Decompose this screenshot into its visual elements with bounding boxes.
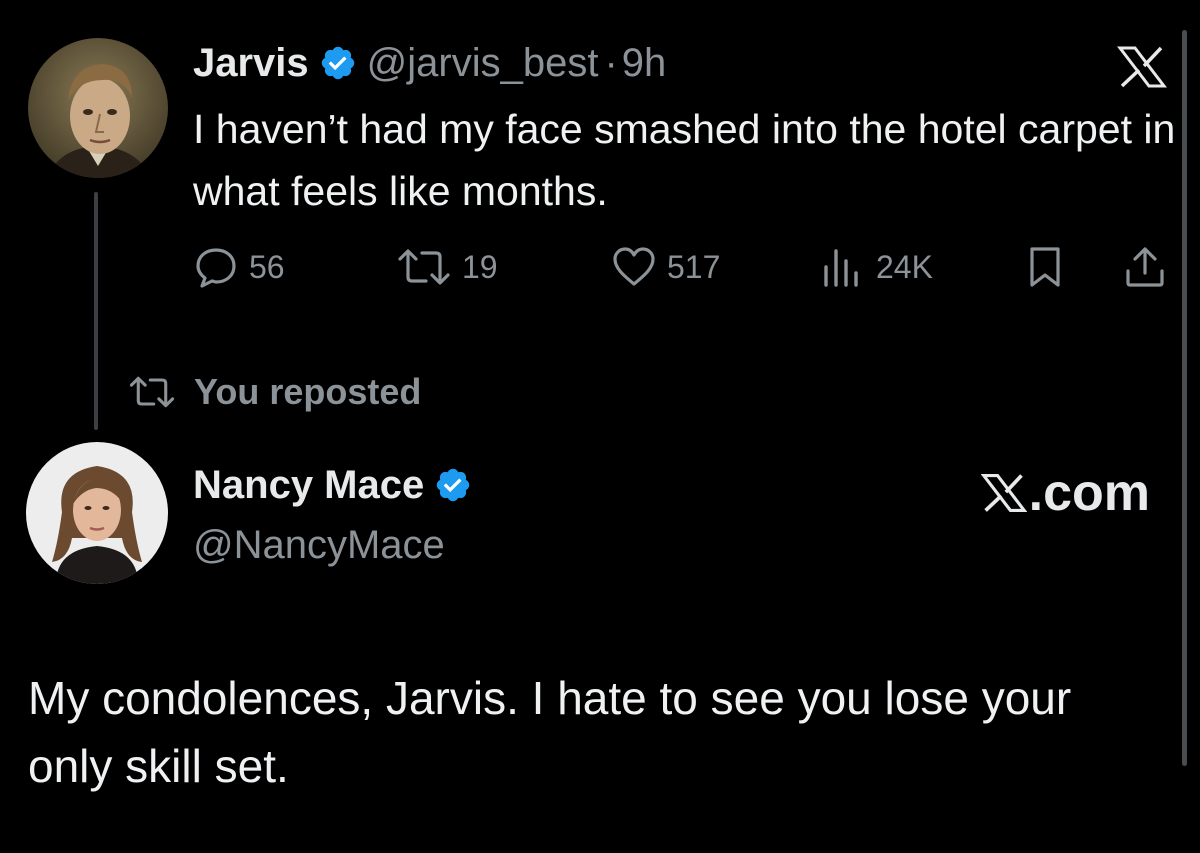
x-com-link[interactable]: .com bbox=[980, 464, 1150, 522]
comment-bubble-icon bbox=[196, 248, 236, 288]
verified-badge-icon bbox=[434, 466, 472, 504]
scrollbar[interactable] bbox=[1182, 30, 1187, 766]
repost-count: 19 bbox=[462, 249, 498, 285]
bookmark-button[interactable] bbox=[1025, 245, 1075, 289]
repost-button[interactable]: 19 bbox=[396, 245, 498, 289]
top-tweet-display-name[interactable]: Jarvis bbox=[193, 40, 309, 86]
nancy-avatar-image bbox=[26, 442, 168, 584]
repost-indicator: You reposted bbox=[128, 370, 421, 414]
bookmark-icon bbox=[1030, 247, 1060, 287]
like-button[interactable]: 517 bbox=[611, 245, 720, 289]
top-tweet-time[interactable]: 9h bbox=[622, 40, 667, 86]
bar-chart-icon bbox=[824, 249, 858, 287]
header-separator: · bbox=[604, 41, 618, 85]
repost-arrows-icon bbox=[398, 249, 450, 285]
share-button[interactable] bbox=[1123, 245, 1177, 289]
heart-icon bbox=[613, 247, 655, 286]
top-tweet-header: Jarvis @jarvis_best · 9h bbox=[193, 40, 666, 86]
thread-connector-line bbox=[94, 192, 98, 430]
top-tweet-text: I haven’t had my face smashed into the h… bbox=[193, 106, 1176, 214]
views-count: 24K bbox=[876, 249, 933, 285]
x-logo-icon bbox=[980, 473, 1027, 513]
x-com-label: .com bbox=[1028, 464, 1150, 522]
views-button[interactable]: 24K bbox=[820, 245, 933, 289]
jarvis-avatar-image bbox=[28, 38, 168, 178]
nancy-avatar[interactable] bbox=[26, 442, 168, 584]
reposted-tweet-text: My condolences, Jarvis. I hate to see yo… bbox=[28, 672, 1072, 792]
jarvis-avatar[interactable] bbox=[28, 38, 168, 178]
reposted-tweet-name-row: Nancy Mace bbox=[193, 462, 472, 508]
share-upload-icon bbox=[1126, 247, 1164, 287]
reposted-tweet-handle[interactable]: @NancyMace bbox=[193, 522, 445, 568]
reposted-tweet-display-name[interactable]: Nancy Mace bbox=[193, 462, 424, 508]
reply-button[interactable]: 56 bbox=[193, 245, 285, 289]
reply-count: 56 bbox=[249, 249, 285, 285]
like-count: 517 bbox=[667, 249, 721, 285]
repost-label: You reposted bbox=[194, 371, 422, 412]
tweet-action-bar: 56 19 517 24K bbox=[193, 245, 1173, 289]
top-tweet-handle[interactable]: @jarvis_best bbox=[367, 40, 599, 86]
repost-arrows-icon bbox=[129, 376, 175, 408]
verified-badge-icon bbox=[319, 44, 357, 82]
x-logo-icon bbox=[1116, 46, 1168, 88]
